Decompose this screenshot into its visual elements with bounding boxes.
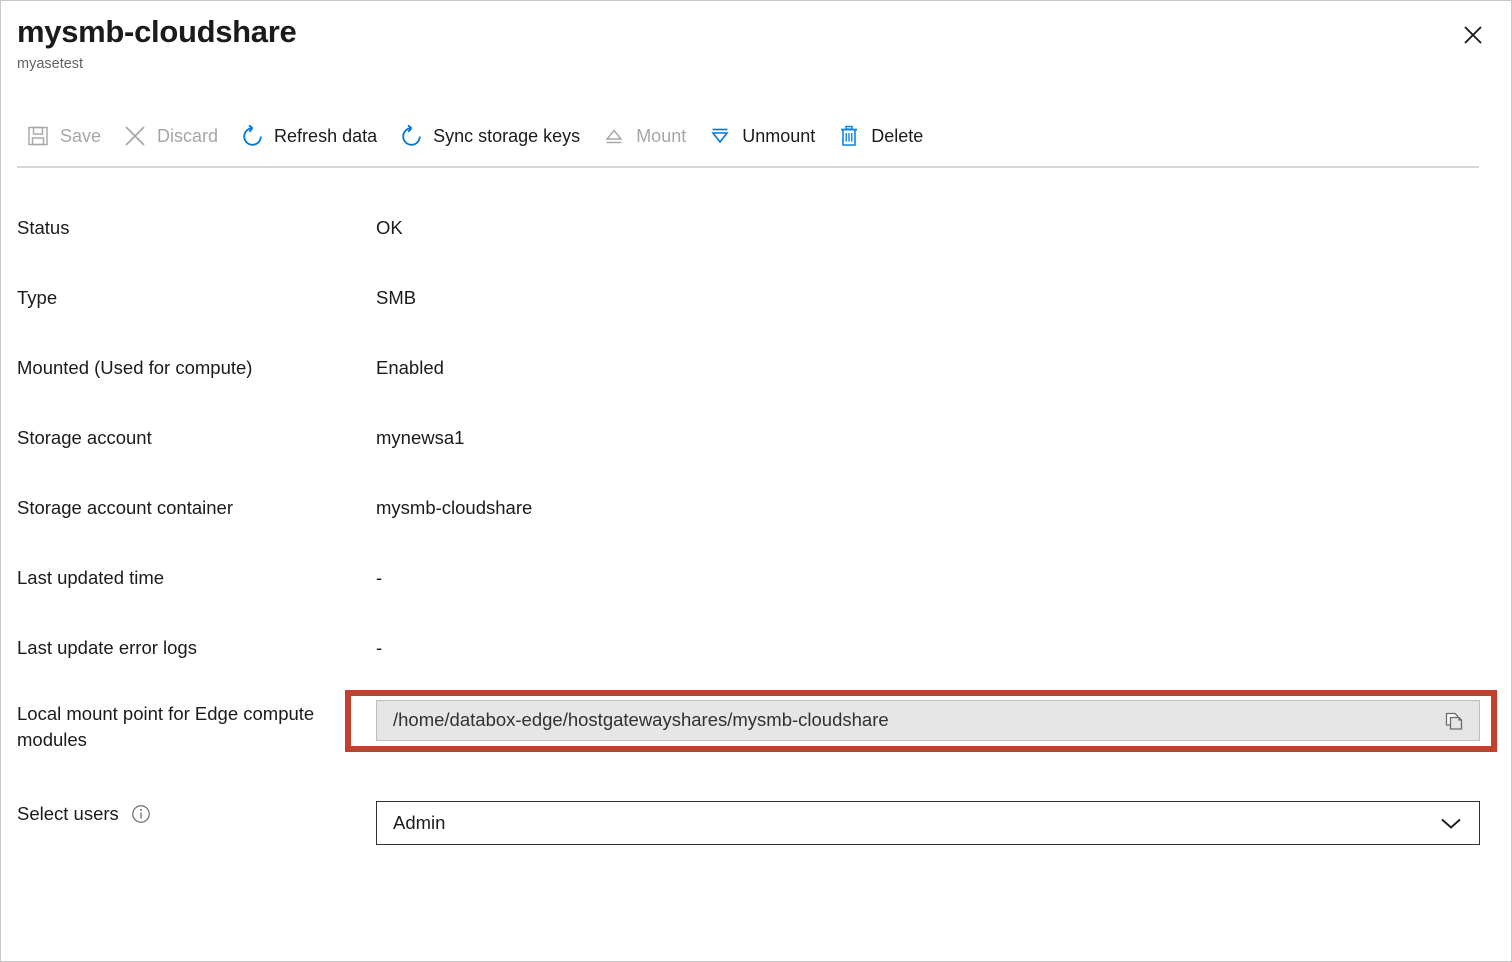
save-icon: [25, 123, 51, 149]
save-button[interactable]: Save: [17, 114, 114, 158]
property-label: Last update error logs: [17, 619, 376, 661]
close-icon: [1460, 22, 1486, 48]
blade-header: mysmb-cloudshare myasetest: [1, 1, 1511, 73]
share-details-blade: mysmb-cloudshare myasetest Save: [0, 0, 1512, 962]
property-label: Storage account container: [17, 479, 376, 521]
discard-icon: [122, 123, 148, 149]
property-label: Status: [17, 199, 376, 241]
save-label: Save: [60, 127, 101, 145]
unmount-icon: [707, 123, 733, 149]
unmount-button[interactable]: Unmount: [699, 114, 828, 158]
property-value: mynewsa1: [376, 409, 464, 451]
property-label: Mounted (Used for compute): [17, 339, 376, 381]
toolbar-divider: [17, 166, 1479, 168]
property-value: -: [376, 549, 382, 591]
property-row-last-update-error-logs: Last update error logs -: [1, 619, 1511, 689]
sync-icon: [398, 123, 424, 149]
local-mount-point-value: /home/databox-edge/hostgatewayshares/mys…: [393, 711, 1441, 730]
property-value: SMB: [376, 269, 416, 311]
close-button[interactable]: [1451, 13, 1495, 57]
property-label: Local mount point for Edge compute modul…: [17, 689, 376, 752]
select-users-value: Admin: [393, 814, 1437, 833]
mount-button[interactable]: Mount: [593, 114, 699, 158]
delete-button[interactable]: Delete: [828, 114, 936, 158]
property-label: Type: [17, 269, 376, 311]
sync-storage-keys-label: Sync storage keys: [433, 127, 580, 145]
property-value: mysmb-cloudshare: [376, 479, 532, 521]
property-row-last-updated-time: Last updated time -: [1, 549, 1511, 619]
delete-icon: [836, 123, 862, 149]
discard-button[interactable]: Discard: [114, 114, 231, 158]
property-label: Storage account: [17, 409, 376, 451]
mount-icon: [601, 123, 627, 149]
property-row-type: Type SMB: [1, 269, 1511, 339]
chevron-down-icon: [1437, 813, 1465, 833]
page-subtitle: myasetest: [17, 56, 1495, 73]
property-row-mounted: Mounted (Used for compute) Enabled: [1, 339, 1511, 409]
property-row-storage-account-container: Storage account container mysmb-cloudsha…: [1, 479, 1511, 549]
property-row-status: Status OK: [1, 199, 1511, 269]
page-title: mysmb-cloudshare: [17, 13, 1495, 51]
local-mount-point-field[interactable]: /home/databox-edge/hostgatewayshares/mys…: [376, 700, 1480, 741]
refresh-data-button[interactable]: Refresh data: [231, 114, 390, 158]
sync-storage-keys-button[interactable]: Sync storage keys: [390, 114, 593, 158]
select-users-label-group: Select users: [17, 801, 376, 827]
property-label: Last updated time: [17, 549, 376, 591]
property-value: Enabled: [376, 339, 444, 381]
discard-label: Discard: [157, 127, 218, 145]
delete-label: Delete: [871, 127, 923, 145]
select-users-dropdown[interactable]: Admin: [376, 801, 1480, 845]
copy-icon[interactable]: [1441, 708, 1467, 734]
refresh-icon: [239, 123, 265, 149]
select-users-label: Select users: [17, 801, 119, 827]
unmount-label: Unmount: [742, 127, 815, 145]
refresh-data-label: Refresh data: [274, 127, 377, 145]
property-row-storage-account: Storage account mynewsa1: [1, 409, 1511, 479]
info-icon[interactable]: [130, 803, 152, 825]
property-value: -: [376, 619, 382, 661]
property-value: OK: [376, 199, 403, 241]
mount-label: Mount: [636, 127, 686, 145]
command-toolbar: Save Discard Refresh data: [17, 114, 936, 158]
